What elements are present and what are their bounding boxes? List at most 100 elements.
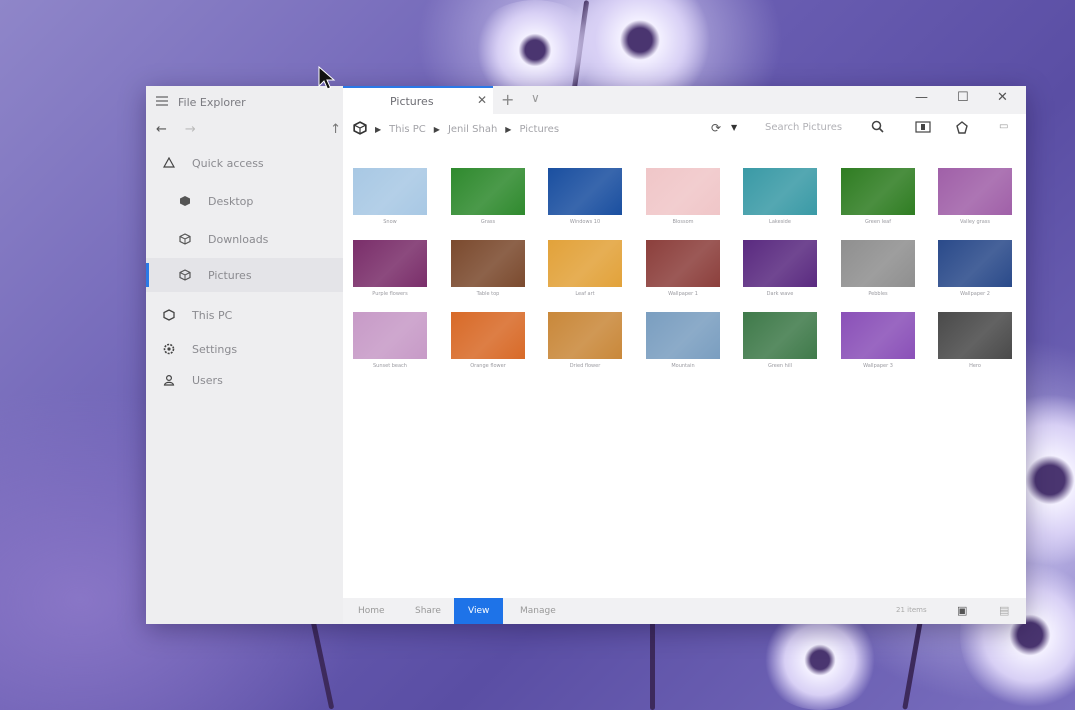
sidebar-item-quick-access[interactable]: Quick access: [146, 146, 343, 180]
sidebar-item-settings[interactable]: Settings: [146, 332, 343, 366]
breadcrumb-item[interactable]: This PC: [389, 124, 426, 135]
picture-name: Pebbles: [868, 291, 888, 297]
picture-tile[interactable]: Dried flower: [548, 312, 622, 369]
sidebar-item-this-pc[interactable]: This PC: [146, 298, 343, 332]
picture-thumbnail: [353, 312, 427, 359]
new-tab-plus-icon[interactable]: +: [501, 90, 514, 109]
picture-tile[interactable]: Hero: [938, 312, 1012, 369]
breadcrumb-arrow-icon: ▶: [505, 124, 512, 134]
picture-name: Dried flower: [569, 363, 601, 369]
picture-tile[interactable]: Windows 10: [548, 168, 622, 225]
ribbon-tab-view[interactable]: View: [454, 598, 504, 624]
picture-thumbnail: [548, 240, 622, 287]
sidebar-item-desktop[interactable]: Desktop: [146, 184, 343, 218]
picture-tile[interactable]: Snow: [353, 168, 427, 225]
recycle-icon[interactable]: [955, 121, 969, 138]
picture-name: Windows 10: [569, 219, 601, 225]
sidebar-item-label: Settings: [192, 342, 238, 356]
picture-tile[interactable]: Table top: [451, 240, 525, 297]
picture-thumbnail: [646, 240, 720, 287]
picture-name: Table top: [476, 291, 500, 297]
picture-name: Green hill: [767, 363, 793, 369]
main-pane: Pictures ✕ + ∨ — ☐ ✕ ▶ This PC ▶ Jenil S…: [343, 86, 1026, 624]
picture-name: Mountain: [671, 363, 695, 369]
picture-tile[interactable]: Dark wave: [743, 240, 817, 297]
up-arrow-icon[interactable]: ↑: [330, 122, 341, 137]
tab-label: Pictures: [390, 94, 434, 108]
hamburger-icon[interactable]: [156, 95, 168, 109]
sidebar-item-users[interactable]: Users: [146, 363, 343, 397]
search-input[interactable]: Search Pictures: [765, 122, 842, 133]
minimize-icon[interactable]: —: [915, 90, 928, 105]
picture-thumbnail: [743, 168, 817, 215]
sidebar-item-pictures[interactable]: Pictures: [146, 258, 343, 292]
breadcrumb: ▶ This PC ▶ Jenil Shah ▶ Pictures: [353, 120, 559, 138]
picture-name: Dark wave: [766, 291, 794, 297]
picture-tile[interactable]: Green hill: [743, 312, 817, 369]
ribbon-tab-home[interactable]: Home: [358, 598, 385, 624]
sidebar-item-label: Users: [192, 373, 223, 387]
sidebar-item-downloads[interactable]: Downloads: [146, 222, 343, 256]
back-arrow-icon[interactable]: ←: [156, 122, 167, 137]
history-chevron-down-icon[interactable]: ▼: [731, 123, 737, 132]
picture-thumbnail: [938, 240, 1012, 287]
details-view-icon[interactable]: ▣: [957, 604, 967, 617]
tab-bar: Pictures ✕ + ∨ — ☐ ✕: [343, 86, 1026, 114]
app-title-bar: File Explorer: [156, 92, 246, 112]
picture-tile[interactable]: Lakeside: [743, 168, 817, 225]
picture-tile[interactable]: Wallpaper 2: [938, 240, 1012, 297]
pin-icon: [162, 156, 176, 170]
picture-thumbnail: [451, 240, 525, 287]
ribbon-bar: Home Share View Manage 21 items ▣ ▤: [343, 598, 1026, 624]
picture-tile[interactable]: Purple flowers: [353, 240, 427, 297]
picture-thumbnail: [743, 312, 817, 359]
breadcrumb-item[interactable]: Jenil Shah: [448, 124, 497, 135]
search-icon[interactable]: [871, 120, 884, 136]
options-icon[interactable]: ▭: [999, 121, 1008, 132]
gear-icon: [162, 342, 176, 356]
picture-name: Blossom: [672, 219, 694, 225]
picture-tile[interactable]: Sunset beach: [353, 312, 427, 369]
large-icons-view-icon[interactable]: ▤: [999, 604, 1009, 617]
ribbon-tab-manage[interactable]: Manage: [520, 598, 556, 624]
tab-pictures[interactable]: Pictures ✕: [343, 86, 493, 114]
picture-tile[interactable]: Pebbles: [841, 240, 915, 297]
preview-pane-icon[interactable]: [915, 121, 931, 136]
picture-tile[interactable]: Wallpaper 1: [646, 240, 720, 297]
picture-tile[interactable]: Grass: [451, 168, 525, 225]
picture-name: Lakeside: [769, 219, 791, 225]
picture-tile[interactable]: Leaf art: [548, 240, 622, 297]
picture-thumbnail: [646, 312, 720, 359]
sidebar-item-label: Desktop: [208, 194, 254, 208]
picture-tile[interactable]: Valley grass: [938, 168, 1012, 225]
picture-name: Wallpaper 1: [668, 291, 698, 297]
picture-tile[interactable]: Wallpaper 3: [841, 312, 915, 369]
picture-name: Valley grass: [959, 219, 990, 225]
picture-thumbnail: [841, 168, 915, 215]
close-tab-icon[interactable]: ✕: [477, 93, 487, 107]
drive-icon[interactable]: [353, 120, 367, 138]
picture-tile[interactable]: Mountain: [646, 312, 720, 369]
nav-buttons: ← → ↑: [156, 120, 341, 138]
picture-name: Orange flower: [470, 363, 506, 369]
picture-thumbnail: [353, 240, 427, 287]
forward-arrow-icon[interactable]: →: [185, 122, 196, 137]
picture-tile[interactable]: Green leaf: [841, 168, 915, 225]
picture-tile[interactable]: Orange flower: [451, 312, 525, 369]
picture-name: Leaf art: [575, 291, 595, 297]
picture-thumbnail: [451, 312, 525, 359]
ribbon-tab-share[interactable]: Share: [415, 598, 441, 624]
user-icon: [162, 373, 176, 387]
address-bar: ▶ This PC ▶ Jenil Shah ▶ Pictures ⟳ ▼ Se…: [343, 114, 1026, 144]
maximize-icon[interactable]: ☐: [957, 90, 969, 105]
tab-list-chevron-down-icon[interactable]: ∨: [531, 91, 540, 105]
picture-name: Snow: [383, 219, 397, 225]
picture-name: Hero: [969, 363, 981, 369]
picture-thumbnail: [353, 168, 427, 215]
breadcrumb-item[interactable]: Pictures: [519, 124, 559, 135]
refresh-icon[interactable]: ⟳: [711, 121, 721, 135]
picture-thumbnail: [451, 168, 525, 215]
cube-icon: [178, 194, 192, 208]
picture-tile[interactable]: Blossom: [646, 168, 720, 225]
close-window-icon[interactable]: ✕: [997, 90, 1008, 105]
